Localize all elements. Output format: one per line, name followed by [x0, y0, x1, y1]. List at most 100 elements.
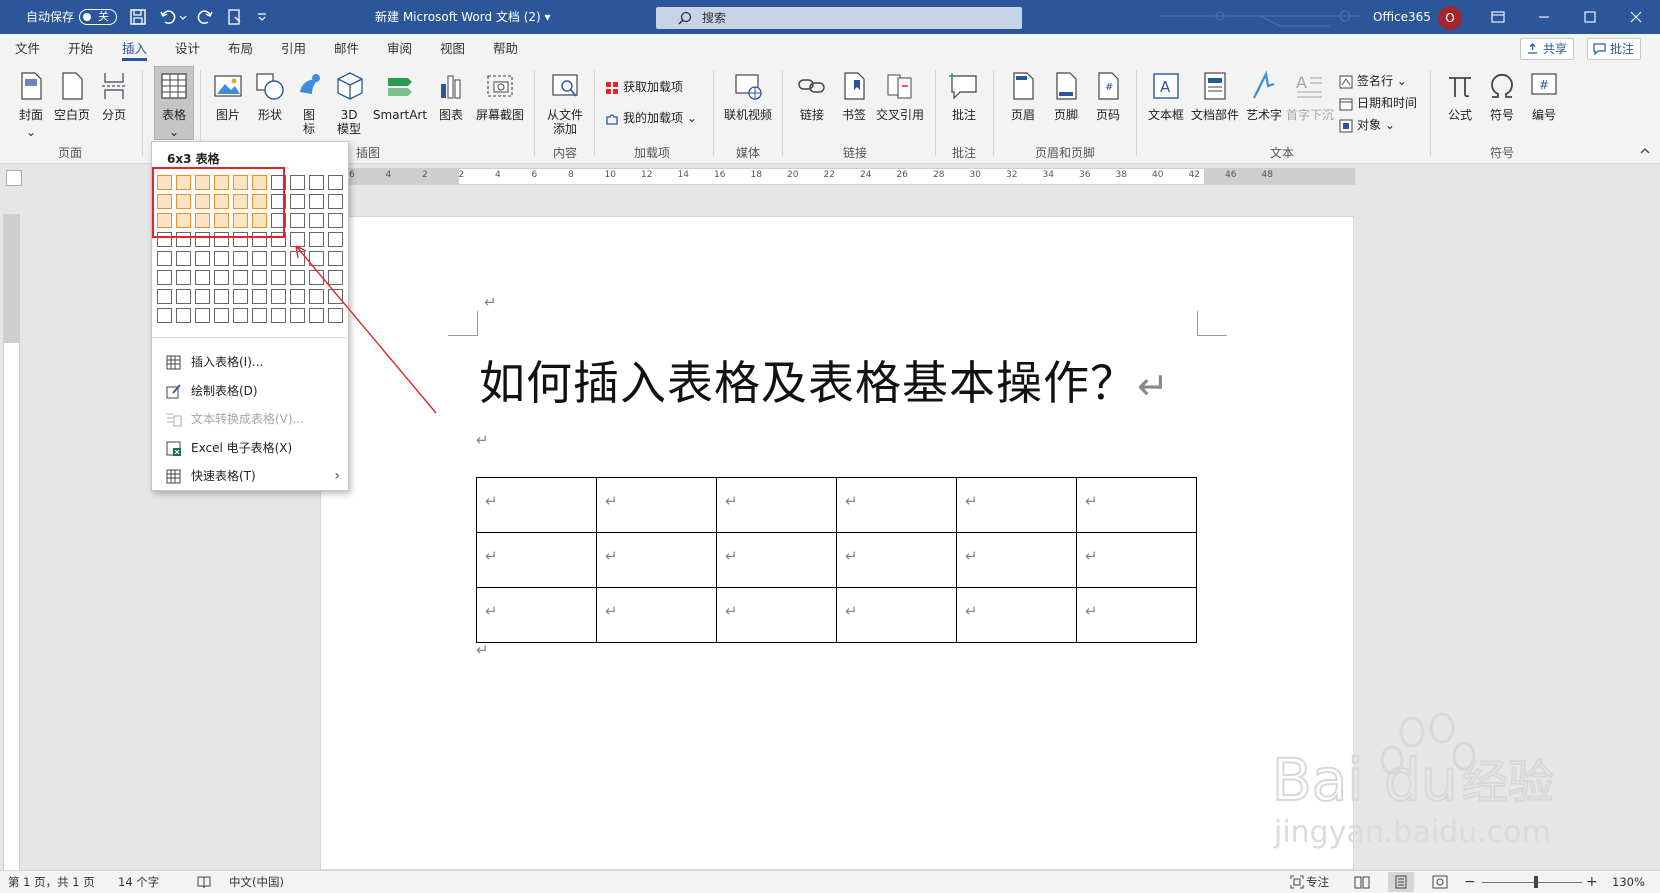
table-grid-cell[interactable]	[309, 251, 324, 266]
table-grid-cell[interactable]	[195, 308, 210, 323]
date-time-button[interactable]: 日期和时间	[1338, 92, 1417, 114]
table-grid-cell[interactable]	[214, 251, 229, 266]
table-cell[interactable]: ↵	[716, 532, 837, 588]
tab-view[interactable]: 视图	[440, 34, 465, 64]
smartart-button[interactable]: SmartArt	[372, 70, 428, 122]
new-comment-button[interactable]: 批注	[945, 70, 983, 122]
page-count[interactable]: 第 1 页，共 1 页	[8, 871, 95, 893]
blank-page-button[interactable]: 空白页	[52, 70, 92, 122]
zoom-level[interactable]: 130%	[1612, 871, 1645, 893]
table-grid-cell[interactable]	[271, 308, 286, 323]
menu-item-quick-table[interactable]: 快速表格(T) ›	[152, 462, 348, 490]
page-break-button[interactable]: 分页	[97, 70, 131, 122]
cross-reference-button[interactable]: 交叉引用	[874, 70, 926, 122]
vertical-ruler[interactable]	[3, 214, 20, 874]
menu-item-text-to-table[interactable]: 文本转换成表格(V)...	[152, 405, 348, 433]
table-cell[interactable]: ↵	[956, 532, 1077, 588]
table-grid-cell[interactable]	[328, 232, 343, 247]
symbol-button[interactable]: 符号	[1484, 70, 1520, 122]
table-grid-cell[interactable]	[328, 194, 343, 209]
quick-parts-button[interactable]: 文档部件	[1190, 70, 1240, 122]
get-addins-button[interactable]: 获取加载项	[604, 76, 683, 98]
tab-design[interactable]: 设计	[175, 34, 200, 64]
table-grid-cell[interactable]	[252, 270, 267, 285]
read-mode-icon[interactable]	[1354, 875, 1370, 889]
table-cell[interactable]: ↵	[956, 477, 1077, 533]
ribbon-display-icon[interactable]	[1475, 0, 1521, 34]
table-grid-cell[interactable]	[290, 289, 305, 304]
table-cell[interactable]: ↵	[596, 477, 717, 533]
customize-toolbar-icon[interactable]	[256, 8, 268, 26]
table-cell[interactable]: ↵	[716, 587, 837, 643]
share-button[interactable]: 共享	[1520, 38, 1575, 60]
table-cell[interactable]: ↵	[716, 477, 837, 533]
table-grid-cell[interactable]	[157, 251, 172, 266]
tab-insert[interactable]: 插入	[122, 34, 148, 64]
object-button[interactable]: 对象 ⌄	[1338, 114, 1395, 136]
table-grid-cell[interactable]	[157, 289, 172, 304]
zoom-slider[interactable]	[1482, 882, 1582, 883]
table-cell[interactable]: ↵	[476, 477, 597, 533]
table-cell[interactable]: ↵	[476, 532, 597, 588]
table-cell[interactable]: ↵	[596, 587, 717, 643]
save-icon[interactable]	[129, 8, 147, 26]
bookmark-button[interactable]: 书签	[838, 70, 870, 122]
undo-icon[interactable]	[159, 8, 177, 26]
table-grid-cell[interactable]	[309, 289, 324, 304]
table-grid-cell[interactable]	[271, 289, 286, 304]
document-heading[interactable]: 如何插入表格及表格基本操作？↵	[479, 347, 1170, 413]
table-grid-cell[interactable]	[309, 194, 324, 209]
my-addins-button[interactable]: 我的加载项 ⌄	[604, 107, 697, 129]
comments-button[interactable]: 批注	[1587, 38, 1642, 60]
horizontal-ruler[interactable]: 6 4 2 2 4 6 8 10 12 14 16 18 20 22 24 26 28 30 32 34 36 38 40 4…	[320, 168, 1355, 185]
3d-models-button[interactable]: 3D 模型	[334, 70, 364, 136]
page-number-button[interactable]: # 页码	[1090, 70, 1126, 122]
tab-home[interactable]: 开始	[68, 34, 93, 64]
collapse-ribbon-icon[interactable]	[1638, 144, 1652, 158]
table-cell[interactable]: ↵	[596, 532, 717, 588]
table-grid-cell[interactable]	[195, 270, 210, 285]
tab-review[interactable]: 审阅	[387, 34, 412, 64]
table-cell[interactable]: ↵	[956, 587, 1077, 643]
wordart-button[interactable]: 艺术字	[1244, 70, 1284, 122]
table-cell[interactable]: ↵	[836, 477, 957, 533]
drop-cap-button[interactable]: A 首字下沉	[1286, 70, 1334, 122]
touch-mode-icon[interactable]	[226, 8, 244, 26]
table-grid-cell[interactable]	[271, 270, 286, 285]
zoom-out-icon[interactable]: −	[1464, 871, 1476, 893]
tab-mailings[interactable]: 邮件	[334, 34, 359, 64]
table-grid-cell[interactable]	[328, 308, 343, 323]
focus-mode[interactable]: 专注	[1306, 871, 1329, 893]
table-grid-cell[interactable]	[309, 175, 324, 190]
table-grid-cell[interactable]	[290, 194, 305, 209]
table-grid-cell[interactable]	[176, 289, 191, 304]
table-grid-cell[interactable]	[271, 251, 286, 266]
table-grid-cell[interactable]	[176, 251, 191, 266]
table-cell[interactable]: ↵	[1076, 587, 1197, 643]
tab-help[interactable]: 帮助	[493, 34, 518, 64]
chart-button[interactable]: 图表	[434, 70, 468, 122]
table-cell[interactable]: ↵	[836, 587, 957, 643]
proofing-icon[interactable]	[197, 875, 211, 889]
language[interactable]: 中文(中国)	[229, 871, 284, 893]
table-grid-cell[interactable]	[252, 289, 267, 304]
document-table[interactable]: ↵ ↵ ↵ ↵ ↵ ↵ ↵ ↵ ↵ ↵ ↵ ↵ ↵ ↵ ↵ ↵ ↵ ↵	[476, 477, 1197, 643]
table-grid-cell[interactable]	[195, 289, 210, 304]
web-layout-icon[interactable]	[1432, 875, 1448, 889]
document-page[interactable]: ↵ 如何插入表格及表格基本操作？↵ ↵ ↵ ↵ ↵ ↵ ↵ ↵ ↵ ↵ ↵ ↵ ↵ ↵ ↵ ↵ ↵ ↵ ↵ ↵ ↵	[320, 216, 1354, 870]
table-grid-cell[interactable]	[290, 251, 305, 266]
equation-button[interactable]: 公式	[1442, 70, 1478, 122]
menu-item-draw-table[interactable]: 绘制表格(D)	[152, 377, 348, 405]
minimize-icon[interactable]	[1521, 0, 1567, 34]
shapes-button[interactable]: 形状	[252, 70, 288, 122]
close-icon[interactable]	[1613, 0, 1659, 34]
pictures-button[interactable]: 图片	[210, 70, 246, 122]
table-grid-cell[interactable]	[252, 308, 267, 323]
table-grid-cell[interactable]	[233, 308, 248, 323]
table-grid-cell[interactable]	[233, 251, 248, 266]
tab-references[interactable]: 引用	[281, 34, 306, 64]
table-grid-cell[interactable]	[309, 308, 324, 323]
table-grid-cell[interactable]	[328, 270, 343, 285]
from-file-button[interactable]: 从文件 添加	[543, 70, 587, 136]
print-layout-icon[interactable]	[1394, 875, 1408, 889]
